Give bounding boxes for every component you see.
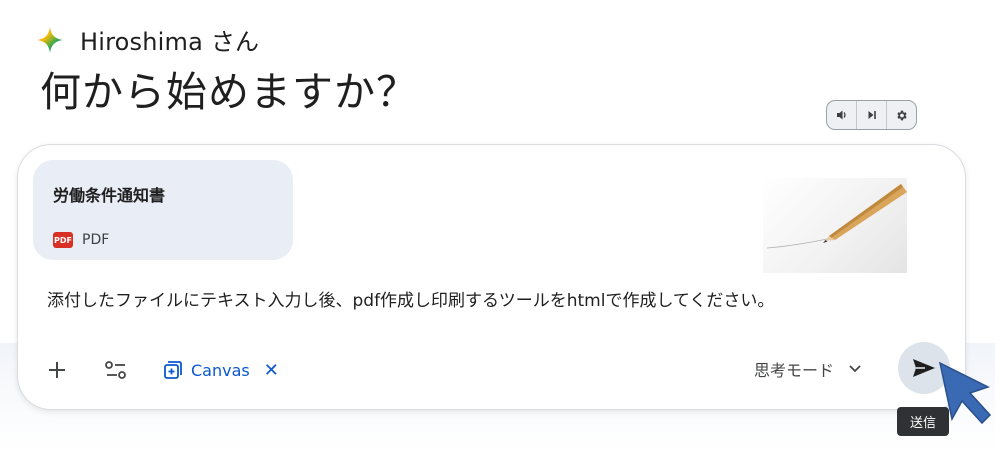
settings-button[interactable]	[887, 101, 916, 129]
prompt-input[interactable]: 添付したファイルにテキスト入力し後、pdf作成し印刷するツールをhtmlで作成し…	[47, 286, 774, 311]
prompt-composer: 労働条件通知書 PDF PDF 添付したファイルにテキスト入力し後、pdf作成し…	[17, 144, 966, 410]
tune-icon	[105, 361, 126, 379]
gemini-spark-icon	[37, 26, 63, 53]
close-icon[interactable]: ✕	[264, 360, 279, 381]
canvas-label: Canvas	[191, 360, 250, 380]
attachment-title: 労働条件通知書	[53, 186, 166, 205]
attachment-chip[interactable]: 労働条件通知書 PDF PDF	[33, 160, 293, 260]
chevron-down-icon	[849, 365, 861, 373]
add-button[interactable]	[37, 350, 77, 390]
volume-icon	[836, 110, 846, 120]
skip-next-button[interactable]	[857, 101, 887, 129]
thinking-mode-select[interactable]: 思考モード	[754, 357, 862, 381]
canvas-chip[interactable]: Canvas ✕	[163, 357, 279, 383]
tools-button[interactable]	[96, 350, 136, 390]
attachment-type-label: PDF	[82, 232, 110, 248]
skip-next-icon	[868, 111, 876, 119]
greeting-line: Hiroshima さん	[36, 22, 259, 57]
attachment-type: PDF PDF	[53, 232, 109, 248]
pdf-file-icon: PDF	[53, 232, 73, 248]
user-greeting-name: Hiroshima さん	[80, 28, 260, 56]
settings-icon	[897, 110, 907, 120]
audio-controls	[826, 100, 917, 130]
send-tooltip: 送信	[897, 407, 949, 436]
volume-button[interactable]	[827, 101, 857, 129]
mode-label: 思考モード	[754, 361, 835, 380]
pencil-drawing-icon	[766, 184, 907, 249]
page-headline: 何から始めますか？	[40, 68, 418, 116]
pencil-image-thumbnail[interactable]	[763, 178, 907, 273]
plus-icon	[49, 362, 65, 378]
canvas-add-icon	[164, 361, 182, 379]
